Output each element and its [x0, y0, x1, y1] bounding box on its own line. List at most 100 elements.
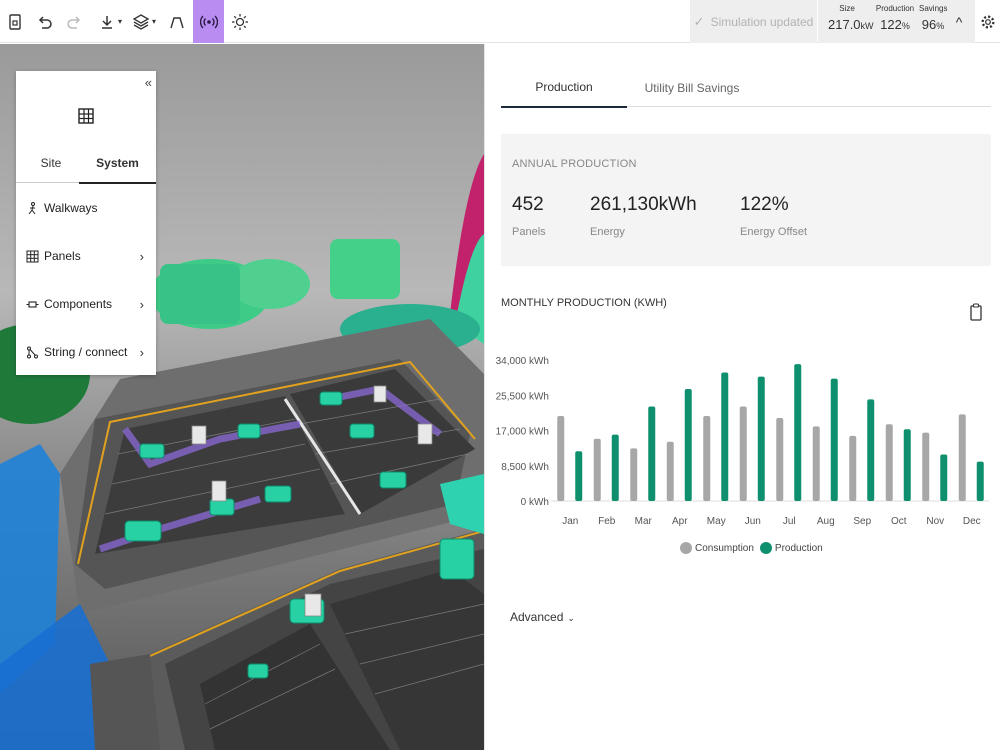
y-tick-label: 25,500 kWh [496, 391, 549, 402]
panel-grid-icon [26, 250, 39, 262]
walker-icon [28, 201, 36, 214]
layers-icon [132, 13, 150, 30]
bar-production [757, 376, 765, 501]
top-toolbar: ▾ ▾ ✓ Simulation updated Size 217.0kW Pr… [0, 0, 1000, 43]
simulation-status-text: Simulation updated [710, 14, 814, 29]
download-icon [101, 15, 112, 29]
side-panel-tabs: Site System [16, 143, 156, 184]
legend-consumption[interactable]: Consumption [680, 542, 754, 554]
y-tick-label: 8,500 kWh [501, 462, 549, 473]
shade-icon [170, 16, 184, 28]
3d-viewport[interactable]: « Site System Walkways Panels › Componen… [0, 44, 484, 750]
bar-production [940, 454, 948, 501]
sidebar-item-walkways[interactable]: Walkways [16, 184, 156, 232]
gear-icon [981, 15, 995, 28]
tab-production[interactable]: Production [501, 68, 627, 108]
grid-icon [78, 108, 94, 124]
monthly-production-svg: 34,000 kWh 25,500 kWh 17,000 kWh 8,500 kWh 0… [496, 356, 989, 527]
report-icon [9, 13, 21, 30]
annual-production-card: ANNUAL PRODUCTION 452 Panels 261,130kWh … [501, 134, 991, 266]
bar-consumption [885, 424, 893, 501]
chevron-right-icon: › [139, 344, 144, 360]
bar-production [976, 461, 984, 501]
x-tick-label: Jun [745, 516, 761, 527]
stat-energy-offset: 122% Energy Offset [740, 194, 808, 238]
bar-consumption [593, 438, 601, 501]
panel-tabs: Production Utility Bill Savings [501, 68, 991, 108]
monthly-production-title: MONTHLY PRODUCTION (KWH) [501, 297, 667, 309]
redo-icon [67, 15, 81, 29]
x-tick-label: Jan [562, 516, 578, 527]
undo-button[interactable] [34, 0, 56, 43]
redo-button[interactable] [63, 0, 85, 43]
legend-label: Consumption [695, 542, 754, 554]
sidebar-item-string-connect[interactable]: String / connect › [16, 328, 156, 376]
sidebar-item-label: String / connect [44, 345, 128, 359]
checkmark-icon: ✓ [693, 13, 705, 29]
copy-icon[interactable] [969, 303, 983, 321]
bar-production [830, 378, 838, 501]
x-tick-label: Sep [853, 516, 871, 527]
legend-swatch [759, 542, 772, 554]
bar-consumption [666, 441, 674, 501]
simulation-status: ✓ Simulation updated [690, 0, 817, 43]
sidebar-item-components[interactable]: Components › [16, 280, 156, 328]
bar-consumption [958, 414, 966, 501]
y-tick-label: 0 kWh [521, 497, 549, 508]
sun-icon [232, 13, 248, 30]
x-tick-label: Aug [817, 516, 835, 527]
double-chevron-left-icon: « [144, 75, 152, 90]
x-tick-label: May [707, 516, 726, 527]
layers-button[interactable]: ▾ [130, 0, 158, 43]
chevron-right-icon: › [139, 248, 144, 264]
bar-consumption [630, 448, 638, 501]
annual-production-title: ANNUAL PRODUCTION [512, 158, 637, 170]
bar-production [684, 389, 692, 501]
broadcast-button[interactable] [193, 0, 224, 43]
legend-label: Production [774, 542, 823, 554]
chevron-down-icon: ▾ [151, 17, 156, 26]
advanced-toggle[interactable]: Advanced ⌄ [510, 610, 575, 624]
x-tick-label: Apr [672, 516, 688, 527]
broadcast-icon [199, 15, 218, 28]
tab-system[interactable]: System [79, 143, 156, 184]
undo-icon [38, 15, 52, 29]
bar-production [867, 399, 875, 501]
sidebar-item-panels[interactable]: Panels › [16, 232, 156, 280]
stat-panels: 452 Panels [512, 194, 546, 238]
bar-production [648, 406, 656, 501]
advanced-label: Advanced [510, 610, 564, 624]
x-tick-label: Feb [598, 516, 616, 527]
bar-consumption [739, 406, 747, 501]
sidebar-item-label: Walkways [44, 201, 98, 215]
bar-consumption [849, 435, 857, 501]
sidebar-item-label: Panels [44, 249, 81, 263]
legend-production[interactable]: Production [759, 542, 823, 554]
report-button[interactable] [4, 0, 26, 43]
chart-legend: Consumption Production [680, 542, 829, 554]
x-tick-label: Oct [891, 516, 907, 527]
collapse-panel-button[interactable]: « [145, 75, 152, 90]
sun-button[interactable] [229, 0, 251, 43]
bar-consumption [703, 415, 711, 501]
x-tick-label: Nov [926, 516, 944, 527]
stat-size: Size 217.0kW [828, 4, 874, 32]
shade-button[interactable] [166, 0, 188, 43]
download-button[interactable]: ▾ [96, 0, 124, 43]
tab-site[interactable]: Site [16, 143, 86, 183]
bar-consumption [922, 432, 930, 501]
bar-production [794, 364, 802, 501]
system-side-panel: « Site System Walkways Panels › Componen… [16, 71, 156, 375]
bar-production [721, 372, 729, 501]
tab-utility-bill-savings[interactable]: Utility Bill Savings [637, 68, 747, 107]
bar-consumption [557, 415, 565, 501]
collapse-stats-button[interactable]: ^ [945, 0, 973, 43]
settings-button[interactable] [976, 0, 1000, 43]
bar-production [611, 434, 619, 501]
component-icon [26, 300, 39, 308]
string-icon [27, 346, 38, 358]
chevron-right-icon: › [139, 296, 144, 312]
chevron-down-icon: ⌄ [567, 613, 575, 623]
bar-consumption [776, 418, 784, 501]
x-tick-label: Mar [635, 516, 653, 527]
